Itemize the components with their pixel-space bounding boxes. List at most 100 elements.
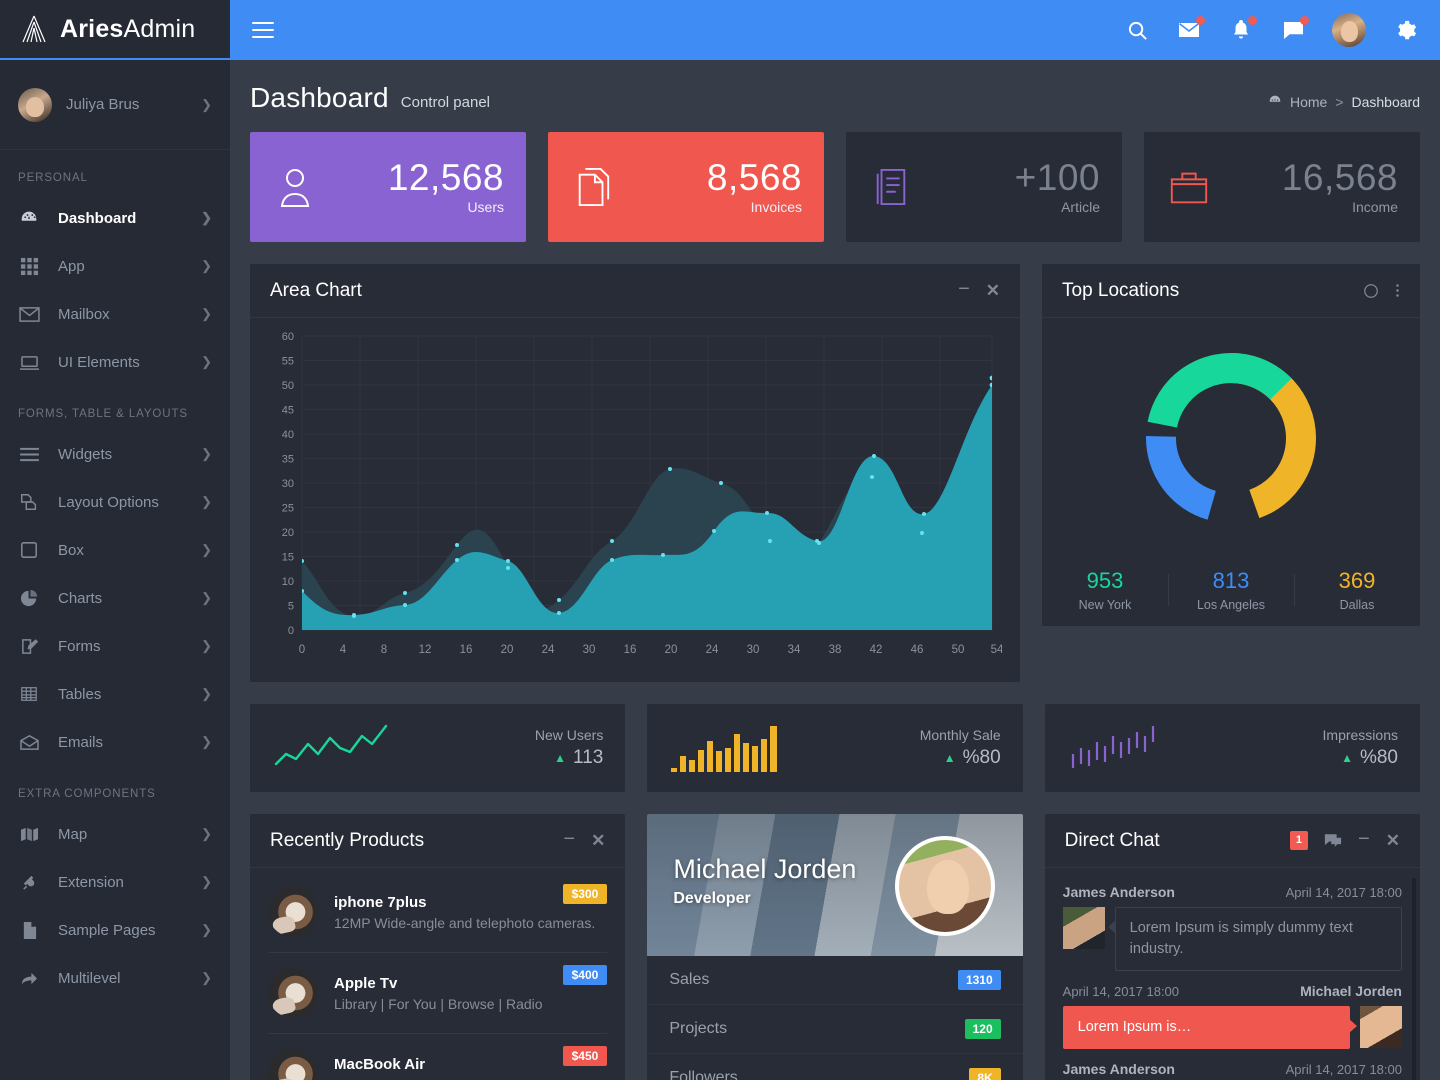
minus-icon[interactable]: − [1358,829,1370,849]
chat-timestamp: April 14, 2017 18:00 [1285,885,1402,900]
sidebar-item-mailbox[interactable]: Mailbox ❯ [0,290,230,338]
open-envelope-icon [18,731,40,753]
list-item[interactable]: iphone 7plus 12MP Wide-angle and telepho… [268,872,608,953]
stat-card-users[interactable]: 12,568 Users [250,132,526,242]
location-dallas: 369 Dallas [1294,568,1420,612]
mini-card-new-users[interactable]: New Users ▲ 113 [250,704,626,792]
sidebar-item-emails[interactable]: Emails ❯ [0,718,230,766]
chevron-right-icon: ❯ [201,638,212,653]
stat-values: 16,568 Income [1282,158,1398,216]
gear-icon[interactable] [1392,17,1418,43]
sidebar-item-ui-elements[interactable]: UI Elements ❯ [0,338,230,386]
sidebar-item-label: App [58,257,85,275]
sidebar-item-box[interactable]: Box ❯ [0,526,230,574]
status-badge: $450 [562,1046,608,1066]
status-badge: $400 [562,965,608,985]
vertical-dots-icon[interactable] [1395,282,1400,299]
panel-tools [1363,282,1400,299]
sidebar-item-map[interactable]: Map ❯ [0,810,230,858]
location-stats: 953 New York 813 Los Angeles 369 Dallas [1042,558,1420,626]
chat-badge [1300,16,1309,25]
profile-stat-followers[interactable]: Followers 8K [647,1053,1023,1080]
sparkline-chart [272,724,392,772]
chat-timestamp: April 14, 2017 18:00 [1062,984,1180,1000]
sidebar-item-label: Mailbox [58,305,110,323]
mini-card-impressions[interactable]: Impressions ▲ %80 [1044,704,1420,792]
status-badge: 8K [969,1068,1001,1080]
sidebar-item-label: Layout Options [58,493,159,511]
brand-logo-area[interactable]: AriesAdmin [0,0,230,60]
breadcrumb-separator: > [1335,93,1344,110]
svg-text:50: 50 [952,644,965,656]
close-icon[interactable]: ✕ [591,831,605,851]
search-icon[interactable] [1124,17,1150,43]
chat-bubbles-icon[interactable] [1324,833,1342,848]
minus-icon[interactable]: − [958,279,970,299]
circle-icon[interactable] [1363,283,1379,299]
stat-card-invoices[interactable]: 8,568 Invoices [548,132,824,242]
sidebar-item-label: Charts [58,589,103,607]
file-icon [18,919,40,941]
hamburger-menu-icon[interactable] [252,22,274,38]
envelope-icon [18,303,40,325]
panel-header: Top Locations [1042,264,1420,318]
sidebar-item-dashboard[interactable]: Dashboard ❯ [0,194,230,242]
minus-icon[interactable]: − [563,829,575,849]
sidebar-item-widgets[interactable]: Widgets ❯ [0,430,230,478]
sidebar-profile[interactable]: Juliya Brus ❯ [0,60,230,150]
svg-text:0: 0 [299,644,305,656]
list-item[interactable]: Apple Tv Library | For You | Browse | Ra… [268,953,608,1034]
sidebar: AriesAdmin Juliya Brus ❯ PERSONAL Dashbo… [0,0,230,1080]
stat-card-income[interactable]: 16,568 Income [1144,132,1420,242]
chevron-right-icon: ❯ [201,590,212,605]
svg-text:8: 8 [381,644,387,656]
sidebar-item-extension[interactable]: Extension ❯ [0,858,230,906]
mini-card-monthly-sale[interactable]: Monthly Sale ▲ %80 [647,704,1023,792]
laptop-icon [18,351,40,373]
sidebar-item-multilevel[interactable]: Multilevel ❯ [0,954,230,1002]
list-item[interactable]: MacBook Air Make big things happen. All … [268,1034,608,1080]
close-icon[interactable]: ✕ [986,281,1000,301]
panel-tools: − ✕ [563,829,605,851]
sidebar-item-sample-pages[interactable]: Sample Pages ❯ [0,906,230,954]
chevron-right-icon: ❯ [201,542,212,557]
sidebar-item-app[interactable]: App ❯ [0,242,230,290]
product-desc: Make big things happen. All day long. [334,1077,607,1080]
location-value: 813 [1212,568,1250,593]
mail-icon[interactable] [1176,16,1205,43]
profile-stat-label: Sales [669,971,710,988]
svg-text:25: 25 [282,503,294,515]
sidebar-item-tables[interactable]: Tables ❯ [0,670,230,718]
sidebar-section-title: EXTRA COMPONENTS [18,788,156,800]
sidebar-item-charts[interactable]: Charts ❯ [0,574,230,622]
bell-icon[interactable] [1228,16,1257,43]
close-icon[interactable]: ✕ [1386,831,1400,851]
stat-card-article[interactable]: +100 Article [846,132,1122,242]
product-desc: Library | For You | Browse | Radio [334,995,543,1012]
sidebar-section-extra: EXTRA COMPONENTS Map ❯ Extension ❯ Sampl… [0,766,230,1002]
avatar [18,87,52,122]
panel-title: Area Chart [270,279,362,301]
profile-stat-sales[interactable]: Sales 1310 [647,956,1022,1004]
scrollbar[interactable] [1411,878,1416,1080]
chat-message-header: James Anderson April 14, 2017 18:00 [1063,884,1402,900]
chat-message-list[interactable]: James Anderson April 14, 2017 18:00 Lore… [1045,868,1420,1080]
chat-sender: James Anderson [1062,1061,1175,1078]
sidebar-item-forms[interactable]: Forms ❯ [0,622,230,670]
sidebar-item-label: Widgets [58,445,113,463]
profile-stat-projects[interactable]: Projects 120 [647,1004,1023,1053]
top-navbar [230,0,1440,60]
product-desc: 12MP Wide-angle and telephoto cameras. [334,914,596,931]
panel-title: Direct Chat [1064,829,1160,851]
chevron-right-icon: ❯ [201,874,212,889]
chat-icon[interactable] [1280,16,1309,43]
avatar[interactable] [1332,13,1366,47]
location-los-angeles: 813 Los Angeles [1168,568,1294,612]
mini-card-text: Impressions ▲ %80 [1323,727,1398,769]
breadcrumb-home[interactable]: Home [1290,94,1327,110]
sidebar-item-layout-options[interactable]: Layout Options ❯ [0,478,230,526]
mini-card-label: New Users [534,727,604,743]
product-thumb [268,968,318,1018]
stat-label: Article [1061,199,1100,216]
page-subtitle: Control panel [400,94,491,111]
